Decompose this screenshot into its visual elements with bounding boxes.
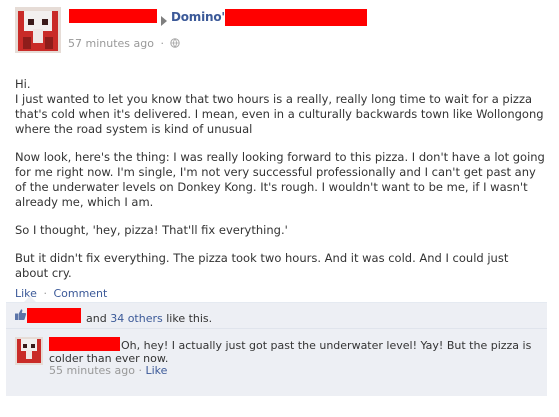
meta-separator: · [160,37,164,50]
comment-text: Oh, hey! I actually just got past the un… [49,339,532,365]
redacted-poster-name [69,9,157,23]
globe-icon [170,38,181,48]
like-prefix: and [86,312,107,325]
thumbs-up-icon [15,309,27,320]
comment-like-link[interactable]: Like [145,364,167,377]
post-body: Hi. I just wanted to let you know that t… [15,77,545,281]
like-suffix: like this. [166,312,213,325]
post-timestamp[interactable]: 57 minutes ago [68,37,154,50]
post-paragraph: But it didn't fix everything. The pizza … [15,251,509,280]
page-name-link[interactable]: Domino's [171,10,232,24]
comment-body: Oh, hey! I actually just got past the un… [49,339,539,365]
post-paragraph: I just wanted to let you know that two h… [15,92,544,136]
comment-meta: 55 minutes ago · Like [49,364,167,377]
poster-avatar-image [15,7,61,53]
commenter-avatar-image [15,337,43,365]
commenter-avatar[interactable] [15,337,43,365]
arrow-right-icon [161,16,167,26]
top-border [0,0,559,1]
redacted-liker-name [27,308,81,323]
comment-link[interactable]: Comment [53,287,107,300]
comment-separator: · [138,364,142,377]
post-paragraph: So I thought, 'hey, pizza! That'll fix e… [15,223,288,237]
comment-timestamp[interactable]: 55 minutes ago [49,364,135,377]
post-meta: 57 minutes ago · [68,37,181,50]
poster-avatar[interactable] [15,7,61,53]
post-paragraph: Now look, here's the thing: I was really… [15,150,545,209]
feedback-divider [6,328,547,329]
others-link[interactable]: 34 others [110,312,163,325]
like-sentence: and 34 others like this. [86,312,212,325]
post-greeting: Hi. [15,77,31,91]
redacted-page-suffix [225,9,367,26]
action-separator: · [43,287,47,300]
